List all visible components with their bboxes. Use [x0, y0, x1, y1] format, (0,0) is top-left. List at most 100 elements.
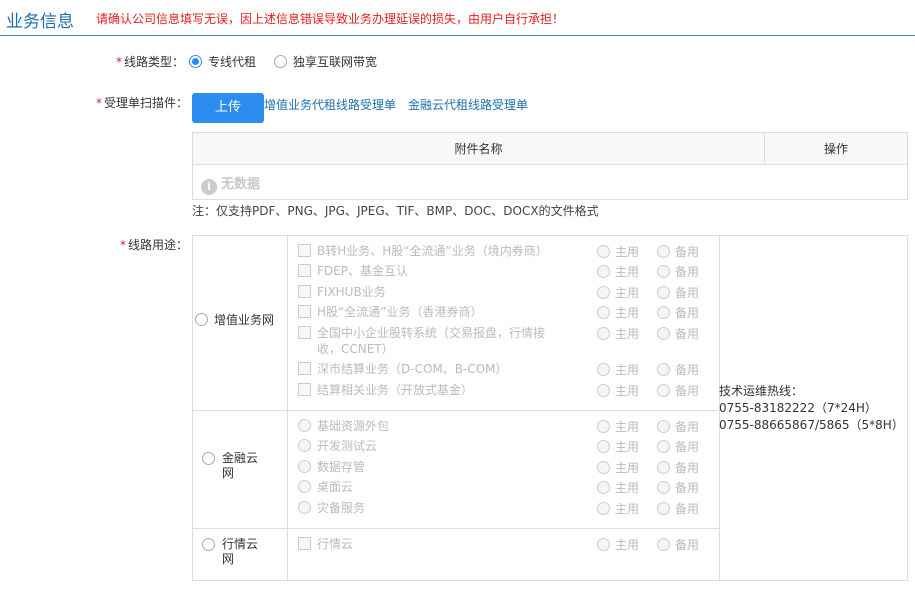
service-item[interactable]: 开发测试云 [298, 438, 377, 454]
primary-option[interactable]: 主用 [597, 304, 639, 321]
radio-selected-icon[interactable] [189, 55, 202, 68]
radio-icon[interactable] [298, 480, 311, 493]
checkbox-icon[interactable] [298, 326, 311, 339]
primary-option[interactable]: 主用 [597, 361, 639, 378]
radio-icon[interactable] [597, 306, 610, 319]
service-item[interactable]: 灾备服务 [298, 500, 365, 516]
backup-option[interactable]: 备用 [657, 500, 699, 517]
radio-icon[interactable] [597, 502, 610, 515]
service-item[interactable]: FDEP、基金互认 [298, 263, 408, 279]
radio-icon[interactable] [657, 286, 670, 299]
usage-label: * 线路用途： [119, 238, 188, 252]
radio-icon[interactable] [195, 313, 208, 326]
service-item[interactable]: FIXHUB业务 [298, 284, 386, 300]
radio-icon[interactable] [202, 538, 215, 551]
radio-icon[interactable] [597, 440, 610, 453]
primary-option[interactable]: 主用 [597, 500, 639, 517]
radio-icon[interactable] [657, 327, 670, 340]
group-market-cloud-network[interactable]: 行情云网 [202, 537, 282, 569]
service-item[interactable]: H股“全流通”业务（香港券商） [298, 304, 482, 320]
radio-icon[interactable] [298, 501, 311, 514]
primary-option[interactable]: 主用 [597, 479, 639, 496]
primary-option[interactable]: 主用 [597, 536, 639, 553]
radio-icon[interactable] [657, 363, 670, 376]
radio-icon[interactable] [202, 452, 215, 465]
service-item[interactable]: 基础资源外包 [298, 418, 389, 434]
line-type-label: * 线路类型： [115, 55, 184, 69]
section-header: 业务信息 请确认公司信息填写无误，因上述信息错误导致业务办理延误的损失，由用户自… [0, 0, 915, 36]
required-mark: * [115, 55, 122, 69]
radio-icon[interactable] [657, 245, 670, 258]
radio-icon[interactable] [597, 245, 610, 258]
radio-icon[interactable] [597, 384, 610, 397]
radio-icon[interactable] [597, 286, 610, 299]
checkbox-icon[interactable] [298, 305, 311, 318]
checkbox-icon[interactable] [298, 285, 311, 298]
group-finance-cloud-network[interactable]: 金融云网 [202, 451, 282, 483]
radio-icon[interactable] [597, 461, 610, 474]
radio-icon[interactable] [657, 440, 670, 453]
service-item[interactable]: 行情云 [298, 536, 353, 552]
backup-option[interactable]: 备用 [657, 325, 699, 342]
empty-state: i 无数据 [201, 173, 260, 195]
line-type-option-dedicated[interactable]: 专线代租 [189, 53, 256, 70]
checkbox-icon[interactable] [298, 362, 311, 375]
radio-icon[interactable] [657, 384, 670, 397]
primary-option[interactable]: 主用 [597, 243, 639, 260]
backup-option[interactable]: 备用 [657, 243, 699, 260]
radio-icon[interactable] [657, 502, 670, 515]
upload-button[interactable]: 上传 [192, 93, 264, 123]
backup-option[interactable]: 备用 [657, 304, 699, 321]
radio-icon[interactable] [298, 460, 311, 473]
required-mark: * [95, 96, 102, 110]
radio-icon[interactable] [657, 265, 670, 278]
checkbox-icon[interactable] [298, 244, 311, 257]
backup-option[interactable]: 备用 [657, 263, 699, 280]
checkbox-icon[interactable] [298, 383, 311, 396]
radio-icon[interactable] [597, 363, 610, 376]
radio-icon[interactable] [597, 265, 610, 278]
radio-icon[interactable] [657, 481, 670, 494]
primary-option[interactable]: 主用 [597, 459, 639, 476]
primary-option[interactable]: 主用 [597, 382, 639, 399]
service-item[interactable]: B转H业务、H股“全流通”业务（境内券商） [298, 243, 548, 259]
service-item[interactable]: 结算相关业务（开放式基金） [298, 382, 473, 398]
service-item[interactable]: 桌面云 [298, 479, 353, 495]
radio-icon[interactable] [657, 538, 670, 551]
backup-option[interactable]: 备用 [657, 418, 699, 435]
radio-icon[interactable] [597, 327, 610, 340]
primary-option[interactable]: 主用 [597, 418, 639, 435]
radio-icon[interactable] [298, 419, 311, 432]
checkbox-icon[interactable] [298, 537, 311, 550]
radio-icon[interactable] [597, 420, 610, 433]
backup-option[interactable]: 备用 [657, 361, 699, 378]
link-finance-cloud-form[interactable]: 金融云代租线路受理单 [408, 96, 528, 113]
primary-option[interactable]: 主用 [597, 263, 639, 280]
checkbox-icon[interactable] [298, 264, 311, 277]
primary-option[interactable]: 主用 [597, 325, 639, 342]
backup-option[interactable]: 备用 [657, 382, 699, 399]
group-value-added-network[interactable]: 增值业务网 [195, 313, 285, 328]
radio-icon[interactable] [274, 55, 287, 68]
backup-option[interactable]: 备用 [657, 438, 699, 455]
scan-label: * 受理单扫描件： [95, 96, 188, 110]
radio-icon[interactable] [657, 306, 670, 319]
link-value-added-form[interactable]: 增值业务代租线路受理单 [264, 96, 396, 113]
hotline-title: 技术运维热线： [719, 384, 804, 398]
divider [193, 410, 719, 411]
primary-option[interactable]: 主用 [597, 438, 639, 455]
backup-option[interactable]: 备用 [657, 284, 699, 301]
radio-icon[interactable] [657, 420, 670, 433]
service-item[interactable]: 深市结算业务（D-COM、B-COM） [298, 361, 508, 377]
backup-option[interactable]: 备用 [657, 459, 699, 476]
primary-option[interactable]: 主用 [597, 284, 639, 301]
radio-icon[interactable] [298, 439, 311, 452]
radio-icon[interactable] [597, 481, 610, 494]
radio-icon[interactable] [597, 538, 610, 551]
radio-icon[interactable] [657, 461, 670, 474]
service-item[interactable]: 全国中小企业股转系统（交易报盘，行情接收，CCNET） [298, 325, 568, 357]
line-type-option-internet[interactable]: 独享互联网带宽 [274, 53, 377, 70]
service-item[interactable]: 数据存管 [298, 459, 365, 475]
backup-option[interactable]: 备用 [657, 479, 699, 496]
backup-option[interactable]: 备用 [657, 536, 699, 553]
